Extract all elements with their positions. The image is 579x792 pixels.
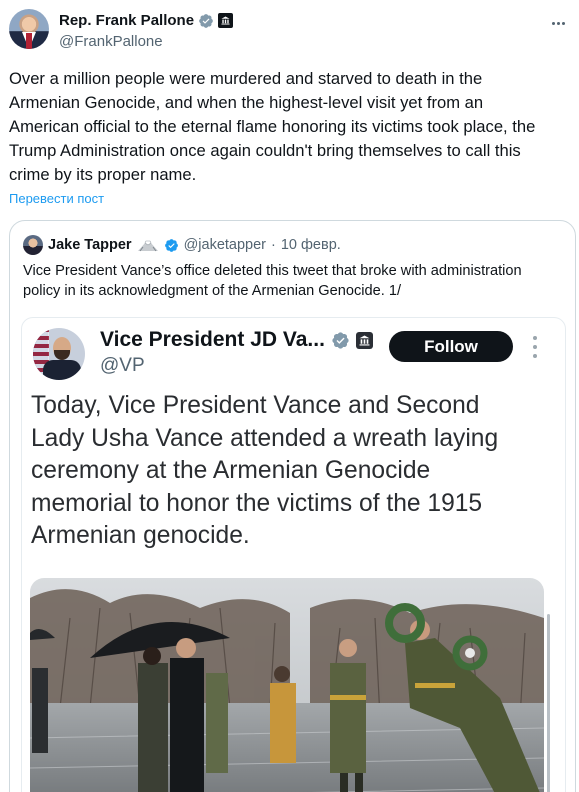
dot <box>533 336 537 340</box>
quoted-tweet-date: 10 февр. <box>280 237 341 253</box>
author-name-row: Rep. Frank Pallone <box>59 12 234 29</box>
quoted-author-avatar <box>23 235 43 255</box>
quoted-tweet[interactable]: Jake Tapper @jaketapper · 10 февр. Vice … <box>9 220 576 792</box>
quoted-author-handle: @jaketapper <box>183 237 266 253</box>
dot <box>561 21 565 25</box>
government-badge-icon <box>218 13 234 28</box>
follow-button: Follow <box>389 331 513 362</box>
government-badge-icon <box>355 331 373 349</box>
tweet-header: Rep. Frank Pallone @FrankPallone <box>9 9 574 55</box>
scrollbar-thumb <box>547 614 550 792</box>
quoted-author-name: Jake Tapper <box>48 237 132 253</box>
vp-tweet-line: ceremony at the Armenian Genocide <box>31 457 431 484</box>
quoted-tweet-header: Jake Tapper @jaketapper · 10 февр. <box>23 234 341 256</box>
vp-tweet-line: Today, Vice President Vance and Second <box>31 392 480 419</box>
volcano-emoji-icon <box>137 240 158 252</box>
ceremony-photo <box>30 578 544 792</box>
vp-tweet-body: Today, Vice President Vance and Second L… <box>31 390 551 553</box>
verified-badge-icon <box>199 13 213 28</box>
quoted-tweet-line: Vice President Vance’s office deleted th… <box>23 263 522 279</box>
tweet-body: Over a million people were murdered and … <box>9 67 574 187</box>
more-options-icon[interactable] <box>548 13 568 33</box>
vp-avatar <box>33 328 85 380</box>
dot <box>533 354 537 358</box>
quoted-tweet-body: Vice President Vance’s office deleted th… <box>23 261 568 301</box>
vp-tweet-line: memorial to honor the victims of the 191… <box>31 489 483 517</box>
vp-display-name: Vice President JD Va... <box>100 328 325 351</box>
tweet-line: crime by its proper name. <box>9 165 197 184</box>
dot <box>551 21 555 25</box>
more-options-icon <box>533 336 539 358</box>
tweet-line: Armenian Genocide, and when the highest-… <box>9 93 484 112</box>
vp-tweet-line: Lady Usha Vance attended a wreath laying <box>31 424 499 452</box>
avatar-beard <box>54 350 70 360</box>
avatar-tie <box>26 33 32 49</box>
avatar-suit <box>43 360 81 380</box>
vp-handle: @VP <box>100 355 145 376</box>
separator-dot: · <box>271 237 276 253</box>
author-avatar[interactable] <box>9 9 49 49</box>
tweet-line: Trump Administration once again couldn't… <box>9 141 521 160</box>
vp-name-row: Vice President JD Va... <box>100 328 373 352</box>
embedded-screenshot[interactable]: Vice President JD Va... @VP Follow Today… <box>21 317 566 792</box>
tweet-line: American official to the eternal flame h… <box>9 117 536 136</box>
translate-post-link[interactable]: Перевести пост <box>9 191 104 206</box>
verified-badge-icon <box>164 238 178 252</box>
verified-badge-icon <box>332 331 349 349</box>
author-handle[interactable]: @FrankPallone <box>59 33 163 50</box>
dot <box>533 345 537 349</box>
dot <box>556 21 560 25</box>
author-display-name[interactable]: Rep. Frank Pallone <box>59 12 194 29</box>
tweet-line: Over a million people were murdered and … <box>9 69 483 88</box>
quoted-tweet-line: policy in its acknowledgment of the Arme… <box>23 283 402 299</box>
vp-tweet-line: Armenian genocide. <box>31 522 250 549</box>
